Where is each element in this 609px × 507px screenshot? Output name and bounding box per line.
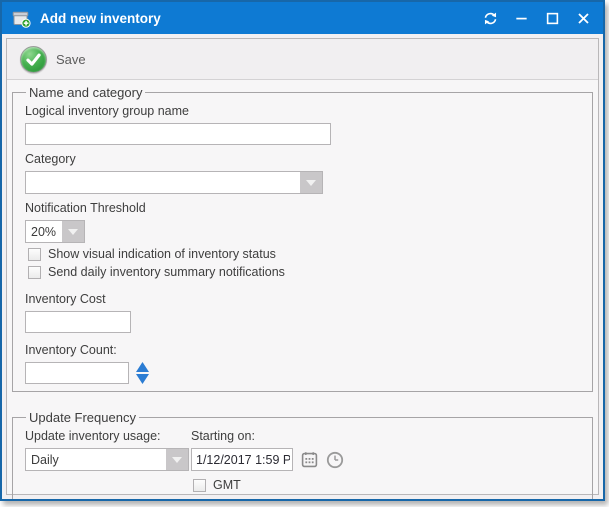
show-visual-indication-row: Show visual indication of inventory stat… [28, 247, 580, 261]
save-button[interactable]: Save [17, 43, 96, 76]
send-daily-summary-checkbox[interactable] [28, 266, 41, 279]
spinner-up-icon [136, 362, 149, 372]
update-usage-label: Update inventory usage: [25, 429, 191, 444]
chevron-down-icon[interactable] [62, 221, 84, 242]
toolbar: Save [7, 39, 598, 80]
window-body: Save Name and category Logical inventory… [2, 34, 603, 499]
maximize-button[interactable] [540, 6, 564, 30]
close-button[interactable] [571, 6, 595, 30]
category-selected-value [26, 172, 300, 193]
minimize-button[interactable] [509, 6, 533, 30]
window-controls [478, 6, 595, 30]
gmt-row: GMT [193, 478, 580, 492]
starting-on-row [191, 448, 580, 471]
save-button-label: Save [56, 52, 86, 67]
add-inventory-window: Add new inventory [0, 0, 605, 501]
dialog-panel: Save Name and category Logical inventory… [6, 38, 599, 495]
count-spinner[interactable] [136, 362, 149, 384]
group-name-input[interactable] [25, 123, 331, 145]
category-label: Category [25, 152, 580, 167]
clock-icon[interactable] [326, 451, 344, 469]
update-usage-selected-value: Daily [26, 449, 166, 470]
threshold-selected-value: 20% [26, 221, 62, 242]
inventory-cost-label: Inventory Cost [25, 292, 580, 307]
show-visual-indication-checkbox[interactable] [28, 248, 41, 261]
save-check-icon [20, 46, 47, 73]
notification-threshold-dropdown[interactable]: 20% [25, 220, 85, 243]
inventory-add-icon [12, 9, 31, 28]
chevron-down-icon[interactable] [300, 172, 322, 193]
inventory-count-input[interactable] [25, 362, 129, 384]
send-daily-summary-label: Send daily inventory summary notificatio… [48, 265, 285, 279]
update-frequency-legend: Update Frequency [26, 410, 139, 425]
window-title: Add new inventory [40, 11, 161, 26]
name-category-legend: Name and category [26, 85, 145, 100]
gmt-label: GMT [213, 478, 241, 492]
form-content: Name and category Logical inventory grou… [7, 80, 598, 494]
category-dropdown[interactable] [25, 171, 323, 194]
chevron-down-icon[interactable] [166, 449, 188, 470]
name-category-group: Name and category Logical inventory grou… [12, 85, 593, 392]
update-frequency-grid: Update inventory usage: Daily Starting o… [25, 425, 580, 492]
titlebar: Add new inventory [2, 2, 603, 34]
show-visual-indication-label: Show visual indication of inventory stat… [48, 247, 276, 261]
update-frequency-group: Update Frequency Update inventory usage:… [12, 410, 593, 500]
starting-on-label: Starting on: [191, 429, 580, 444]
notification-threshold-label: Notification Threshold [25, 201, 580, 216]
gmt-checkbox[interactable] [193, 479, 206, 492]
refresh-button[interactable] [478, 6, 502, 30]
inventory-cost-input[interactable] [25, 311, 131, 333]
inventory-count-row [25, 362, 580, 384]
starting-on-input[interactable] [191, 448, 293, 471]
spinner-down-icon [136, 374, 149, 384]
group-name-label: Logical inventory group name [25, 104, 580, 119]
send-daily-summary-row: Send daily inventory summary notificatio… [28, 265, 580, 279]
inventory-count-label: Inventory Count: [25, 343, 580, 358]
calendar-icon[interactable] [301, 451, 318, 468]
update-usage-dropdown[interactable]: Daily [25, 448, 189, 471]
